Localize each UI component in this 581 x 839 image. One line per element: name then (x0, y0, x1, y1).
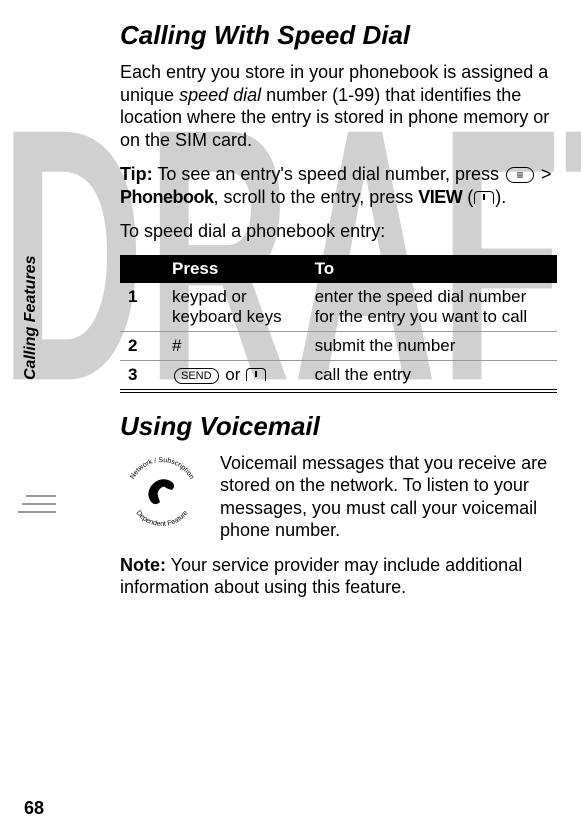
tip-text-2: , scroll to the entry, press (214, 187, 419, 207)
note-text: Your service provider may include additi… (120, 555, 522, 598)
page-content: Calling With Speed Dial Each entry you s… (0, 0, 581, 599)
send-key-icon: SEND (174, 368, 219, 384)
intro-italic: speed dial (179, 85, 261, 105)
menu-key-icon: ≡ (506, 167, 534, 183)
table-row: 1 keypad or keyboard keys enter the spee… (120, 283, 557, 332)
table-row: 2 # submit the number (120, 331, 557, 360)
row-press: # (164, 331, 307, 360)
svg-text:Network / Subscription: Network / Subscription (129, 456, 195, 480)
row-press: SEND or (164, 360, 307, 391)
ring-bottom-text: Dependent Feature (134, 509, 189, 528)
speed-dial-intro: Each entry you store in your phonebook i… (120, 61, 557, 151)
voicemail-heading: Using Voicemail (120, 411, 557, 442)
table-head-empty (120, 255, 164, 283)
tip-view: VIEW (418, 187, 462, 207)
tip-text-3: ). (495, 187, 506, 207)
note-label: Note: (120, 555, 166, 575)
table-head-to: To (307, 255, 557, 283)
row-to: submit the number (307, 331, 557, 360)
voicemail-block: Network / Subscription Dependent Feature… (120, 452, 557, 542)
softkey-icon (474, 191, 494, 204)
softkey-icon (246, 368, 266, 381)
row-press: keypad or keyboard keys (164, 283, 307, 332)
page-number: 68 (24, 798, 44, 819)
ring-top-text: Network / Subscription (129, 456, 195, 480)
row-num: 3 (120, 360, 164, 391)
speed-dial-table: Press To 1 keypad or keyboard keys enter… (120, 255, 557, 393)
row-num: 2 (120, 331, 164, 360)
speed-dial-tip: Tip: To see an entry's speed dial number… (120, 163, 557, 208)
svg-text:Dependent Feature: Dependent Feature (134, 509, 189, 528)
row-to: call the entry (307, 360, 557, 391)
tip-text-1: To see an entry's speed dial number, pre… (153, 164, 504, 184)
speed-dial-lead: To speed dial a phonebook entry: (120, 220, 557, 243)
tip-label: Tip: (120, 164, 153, 184)
tip-gt: > (536, 164, 552, 184)
row-num: 1 (120, 283, 164, 332)
network-feature-icon: Network / Subscription Dependent Feature (120, 452, 204, 536)
row-or: or (221, 365, 246, 384)
tip-phonebook: Phonebook (120, 187, 214, 207)
table-row: 3 SEND or call the entry (120, 360, 557, 391)
row-to: enter the speed dial number for the entr… (307, 283, 557, 332)
table-head-press: Press (164, 255, 307, 283)
voicemail-note: Note: Your service provider may include … (120, 554, 557, 599)
speed-dial-heading: Calling With Speed Dial (120, 20, 557, 51)
voicemail-body: Voicemail messages that you receive are … (220, 452, 557, 542)
